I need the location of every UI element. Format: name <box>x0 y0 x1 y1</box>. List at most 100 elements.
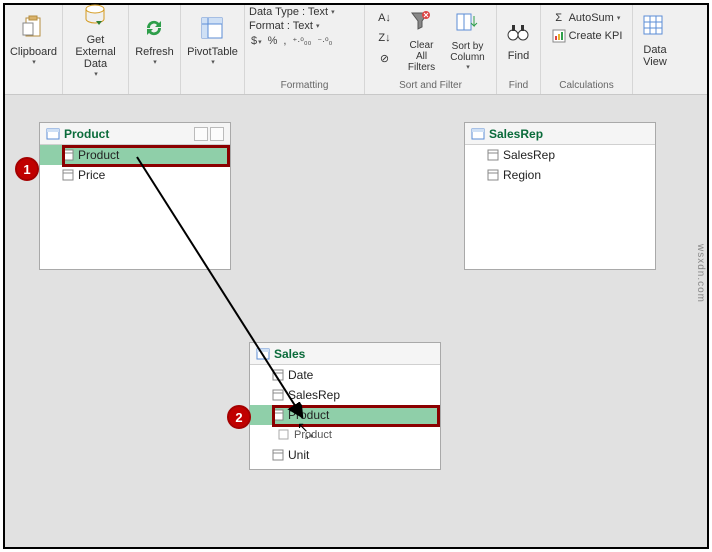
sort-za-icon: Z↓ <box>377 30 393 46</box>
table-view-button-1[interactable] <box>194 127 208 141</box>
chevron-down-icon: ▾ <box>466 63 470 71</box>
ribbon: Clipboard ▾ Get External Data ▾ Refresh <box>5 5 707 95</box>
table-header[interactable]: Sales <box>250 343 440 365</box>
table-title: Product <box>64 127 194 141</box>
drag-ghost: Product <box>250 425 440 445</box>
sigma-icon: Σ <box>551 10 567 26</box>
field-product[interactable]: Product <box>250 405 440 425</box>
comma-button[interactable]: , <box>283 35 286 47</box>
field-salesrep[interactable]: SalesRep <box>465 145 655 165</box>
find-label: Find <box>508 50 529 62</box>
table-header[interactable]: Product <box>40 123 230 145</box>
chevron-down-icon: ▾ <box>258 39 262 46</box>
number-format-icons: $▾ % , ⁺·⁰₀₀ ⁻·⁰₀ <box>247 33 336 49</box>
create-kpi-button[interactable]: Create KPI <box>549 27 625 45</box>
clipboard-label: Clipboard <box>10 46 57 58</box>
field-label: Product <box>288 408 329 422</box>
field-label: Date <box>288 368 313 382</box>
column-icon <box>62 169 74 181</box>
percent-button[interactable]: % <box>268 35 278 47</box>
column-icon <box>62 149 74 161</box>
increase-decimal-button[interactable]: ⁺·⁰₀₀ <box>292 36 311 47</box>
pivottable-button[interactable]: PivotTable ▾ <box>181 5 244 73</box>
format-selector[interactable]: Format : Text ▾ <box>247 19 322 33</box>
group-sortfilter: A↓ Z↓ ⊘ Clear All Filters Sort by Column… <box>365 5 497 94</box>
chevron-down-icon: ▾ <box>617 14 621 22</box>
data-type-selector[interactable]: Data Type : Text ▾ <box>247 5 337 19</box>
column-icon <box>487 149 499 161</box>
refresh-button[interactable]: Refresh ▾ <box>129 5 180 73</box>
field-product[interactable]: Product <box>40 145 230 165</box>
column-icon <box>272 389 284 401</box>
clipboard-icon <box>20 16 48 44</box>
table-icon <box>256 347 270 361</box>
grid-icon <box>641 14 669 42</box>
group-getdata: Get External Data ▾ <box>63 5 129 94</box>
refresh-label: Refresh <box>135 46 174 58</box>
field-label: SalesRep <box>503 148 555 162</box>
diagram-canvas[interactable]: Product Product Price SalesRep SalesRep <box>5 95 707 547</box>
chevron-down-icon: ▾ <box>153 58 157 66</box>
group-clipboard: Clipboard ▾ <box>5 5 63 94</box>
kpi-icon <box>551 28 567 44</box>
get-external-data-label: Get External Data <box>71 34 120 70</box>
pivottable-label: PivotTable <box>187 46 238 58</box>
binoculars-icon <box>505 20 533 48</box>
field-price[interactable]: Price <box>40 165 230 185</box>
sort-by-column-label: Sort by Column <box>450 41 484 63</box>
drag-ghost-label: Product <box>294 429 332 441</box>
data-view-label: Data View <box>643 44 667 68</box>
table-product[interactable]: Product Product Price <box>39 122 231 270</box>
sort-az-icon: A↓ <box>377 10 393 26</box>
field-date[interactable]: Date <box>250 365 440 385</box>
field-label: Price <box>78 168 105 182</box>
pivottable-icon <box>199 16 227 44</box>
autosum-label: AutoSum <box>569 12 614 24</box>
clear-all-filters-button[interactable]: Clear All Filters <box>399 5 445 73</box>
field-label: SalesRep <box>288 388 340 402</box>
field-label: Unit <box>288 448 309 462</box>
group-formatting: Data Type : Text ▾ Format : Text ▾ $▾ % … <box>245 5 365 94</box>
table-sales[interactable]: Sales Date SalesRep Product Product Unit <box>249 342 441 470</box>
column-icon <box>272 409 284 421</box>
chevron-down-icon: ▾ <box>331 8 335 16</box>
table-title: Sales <box>274 347 434 361</box>
table-title: SalesRep <box>489 127 649 141</box>
database-icon <box>82 4 110 32</box>
field-unit[interactable]: Unit <box>250 445 440 465</box>
funnel-clear-icon <box>408 10 436 38</box>
field-salesrep[interactable]: SalesRep <box>250 385 440 405</box>
field-region[interactable]: Region <box>465 165 655 185</box>
get-external-data-button[interactable]: Get External Data ▾ <box>65 5 126 73</box>
sort-column-icon <box>454 11 482 39</box>
calc-group-label: Calculations <box>559 78 613 94</box>
clipboard-button[interactable]: Clipboard ▾ <box>4 5 63 73</box>
table-icon <box>471 127 485 141</box>
table-view-button-2[interactable] <box>210 127 224 141</box>
data-type-label: Data Type : Text <box>249 6 328 18</box>
clear-sort-icon: ⊘ <box>377 50 393 66</box>
callout-badge-2: 2 <box>227 405 251 429</box>
field-label: Region <box>503 168 541 182</box>
watermark: wsxdn.com <box>695 244 706 303</box>
currency-button[interactable]: $▾ <box>251 35 262 47</box>
column-icon <box>278 429 290 441</box>
data-view-button[interactable]: Data View <box>635 5 675 73</box>
column-icon <box>487 169 499 181</box>
table-tools <box>194 127 224 141</box>
sort-by-column-button[interactable]: Sort by Column ▾ <box>445 5 491 73</box>
chevron-down-icon: ▾ <box>211 58 215 66</box>
chevron-down-icon: ▾ <box>94 70 98 78</box>
column-icon <box>272 369 284 381</box>
group-calc: Σ AutoSum ▾ Create KPI Calculations <box>541 5 633 94</box>
table-salesrep[interactable]: SalesRep SalesRep Region <box>464 122 656 270</box>
sort-asc-button[interactable]: A↓ <box>375 9 395 27</box>
sort-desc-button[interactable]: Z↓ <box>375 29 395 47</box>
table-header[interactable]: SalesRep <box>465 123 655 145</box>
group-refresh: Refresh ▾ <box>129 5 181 94</box>
clear-sort-button[interactable]: ⊘ <box>375 49 395 67</box>
autosum-button[interactable]: Σ AutoSum ▾ <box>549 9 623 27</box>
decrease-decimal-button[interactable]: ⁻·⁰₀ <box>317 36 332 47</box>
group-find: Find Find <box>497 5 541 94</box>
find-button[interactable]: Find <box>499 5 539 73</box>
